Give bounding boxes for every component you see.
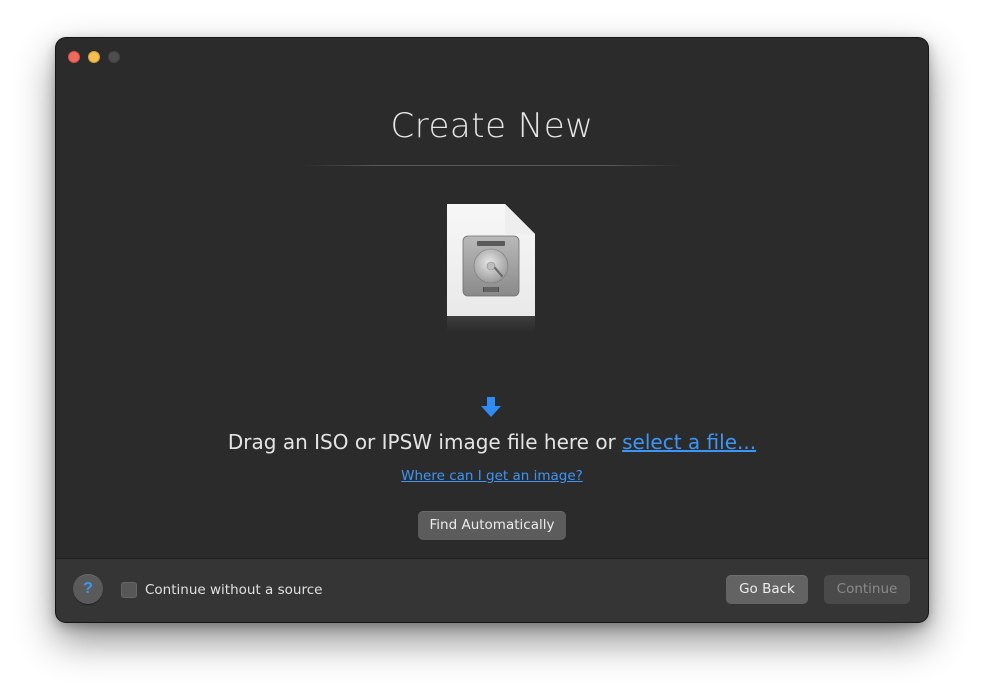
zoom-window-button [108,51,120,63]
find-automatically-button[interactable]: Find Automatically [418,511,566,540]
checkbox-label: Continue without a source [145,582,323,598]
drop-instructions: Drag an ISO or IPSW image file here or s… [56,430,928,454]
title-divider [302,165,682,166]
continue-button: Continue [824,575,910,604]
create-new-window: Create New Drag an ISO or IPSW image fil… [56,38,928,622]
page-title: Create New [390,106,594,146]
continue-without-source-checkbox[interactable] [121,582,137,598]
hard-disk-image-icon [447,204,535,316]
footer-bar: ? Continue without a source Go Back Cont… [56,558,928,622]
continue-without-source-option[interactable]: Continue without a source [121,582,322,598]
down-arrow-icon [481,397,501,417]
select-file-link[interactable]: select a file... [622,430,756,454]
drop-instruction-text: Drag an ISO or IPSW image file here or [227,430,623,454]
where-get-image-link[interactable]: Where can I get an image? [401,468,583,484]
close-window-button[interactable] [68,51,80,63]
go-back-button[interactable]: Go Back [726,575,808,604]
minimize-window-button[interactable] [88,51,100,63]
help-link-container: Where can I get an image? [56,468,928,484]
file-icon-reflection [447,316,535,332]
window-controls [68,51,120,63]
help-button[interactable]: ? [73,574,103,604]
